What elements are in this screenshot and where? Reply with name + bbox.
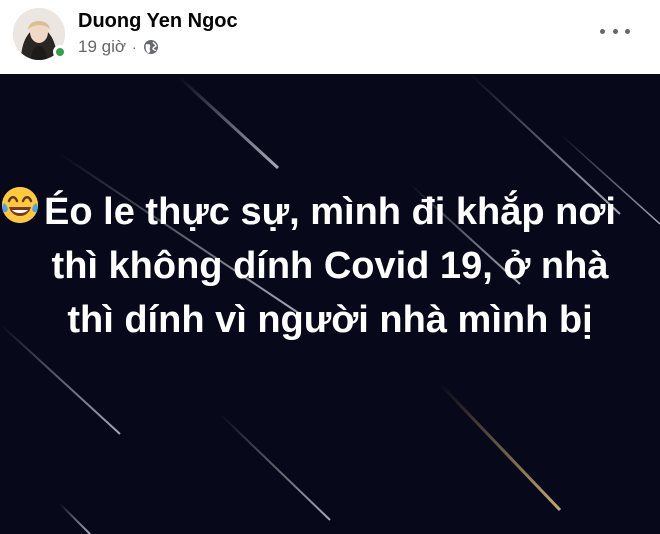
author-name[interactable]: Duong Yen Ngoc — [78, 10, 238, 33]
post-background: Éo le thực sự, mình đi khắp nơi thì khôn… — [0, 74, 660, 534]
meta-separator: · — [132, 39, 137, 55]
post-text-line: thì dính vì người nhà mình bị — [67, 299, 593, 341]
avatar[interactable] — [13, 8, 67, 60]
post-text-line: Éo le thực sự, mình đi khắp nơi — [44, 191, 616, 233]
globe-icon[interactable] — [143, 39, 159, 55]
post-timestamp[interactable]: 19 giờ — [78, 37, 126, 57]
post-text-line: thì không dính Covid 19, ở nhà — [51, 245, 609, 287]
more-dot — [600, 28, 605, 34]
online-status-dot — [53, 45, 67, 59]
post-meta: 19 giờ · — [78, 37, 159, 57]
tears-of-joy-icon — [2, 187, 38, 223]
post-text: Éo le thực sự, mình đi khắp nơi thì khôn… — [0, 185, 660, 347]
more-dot — [612, 28, 618, 34]
more-dot — [625, 28, 630, 34]
post-text-line-with-emoji: thì dính vì người nhà mình bị — [0, 187, 660, 347]
post-header: Duong Yen Ngoc 19 giờ · — [0, 0, 660, 74]
more-options-icon[interactable] — [600, 22, 630, 40]
